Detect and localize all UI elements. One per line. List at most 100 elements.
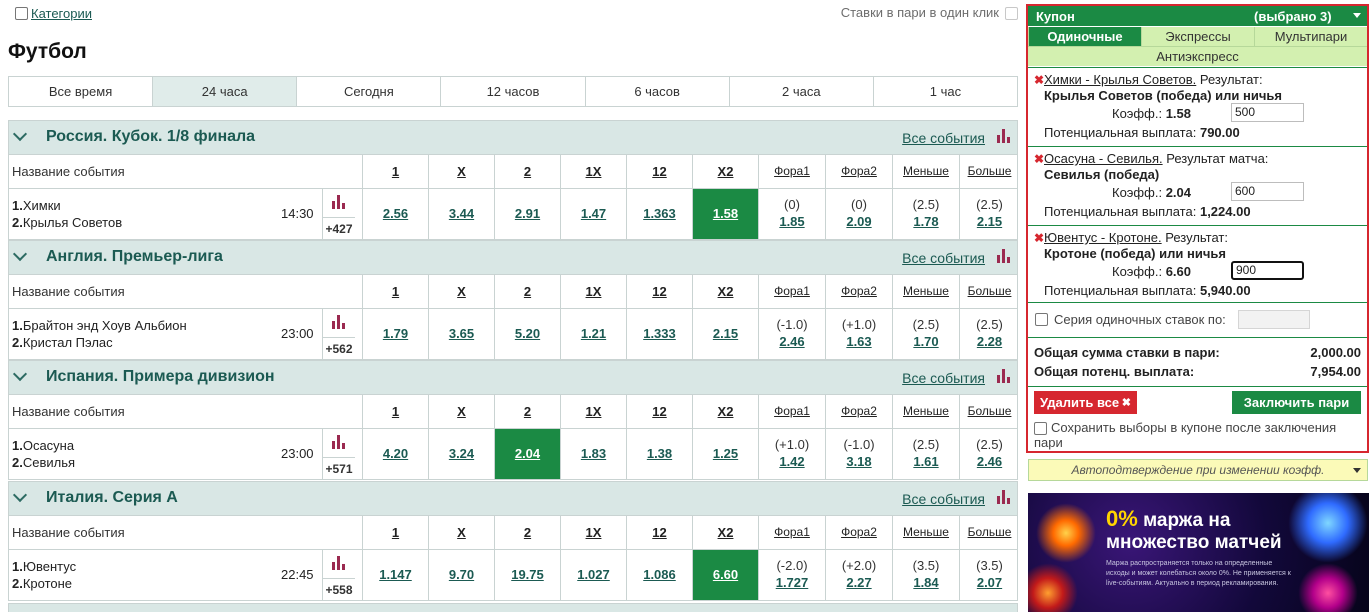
all-events-link[interactable]: Все события [902, 491, 985, 507]
col-header-handicap2[interactable]: Фора2 [825, 155, 892, 188]
odd-12-cell[interactable]: 1.333 [626, 309, 692, 359]
odd-12-cell[interactable]: 1.38 [626, 429, 692, 479]
caret-down-icon[interactable] [1353, 468, 1361, 473]
col-header-odd-x[interactable]: X [428, 516, 494, 549]
odd-12-cell[interactable]: 1.086 [626, 550, 692, 600]
save-selections[interactable]: Сохранить выборы в купоне после заключен… [1034, 420, 1364, 450]
period-24h[interactable]: 24 часа [152, 77, 297, 106]
handicap1-cell[interactable]: (0) 1.85 [758, 189, 825, 239]
odd-x2-cell[interactable]: 1.25 [692, 429, 758, 479]
odds-value[interactable]: 2.15 [960, 214, 1018, 229]
stats-icon[interactable] [997, 490, 1011, 507]
all-events-link[interactable]: Все события [902, 130, 985, 146]
odds-value[interactable]: 1.78 [893, 214, 959, 229]
col-header-odd-2[interactable]: 2 [494, 516, 560, 549]
col-header-odd-2[interactable]: 2 [494, 275, 560, 308]
tab-multi[interactable]: Мультипари [1254, 27, 1367, 46]
event-teams[interactable]: 1.Осасуна 2.Севилья [12, 437, 75, 471]
more-markets-count[interactable]: +571 [323, 457, 355, 476]
odd-1x-cell[interactable]: 1.83 [560, 429, 626, 479]
col-header-handicap1[interactable]: Фора1 [758, 395, 825, 428]
odds-value[interactable]: 2.15 [693, 326, 758, 341]
col-header-odd-1x[interactable]: 1X [560, 395, 626, 428]
odd-x-cell[interactable]: 9.70 [428, 550, 494, 600]
stats-icon[interactable] [332, 315, 346, 332]
event-teams[interactable]: 1.Ювентус 2.Кротоне [12, 558, 76, 592]
handicap1-cell[interactable]: (-2.0) 1.727 [758, 550, 825, 600]
all-events-link[interactable]: Все события [902, 250, 985, 266]
odds-value[interactable]: 1.727 [759, 575, 825, 590]
chevron-down-icon[interactable] [12, 487, 28, 503]
col-header-odd-1[interactable]: 1 [362, 516, 428, 549]
odds-value[interactable]: 6.60 [693, 567, 758, 582]
handicap2-cell[interactable]: (0) 2.09 [825, 189, 892, 239]
period-all-time[interactable]: Все время [9, 77, 153, 106]
odds-value[interactable]: 1.147 [363, 567, 428, 582]
remove-bet-icon[interactable]: ✖ [1034, 152, 1044, 166]
odd-1-cell[interactable]: 2.56 [362, 189, 428, 239]
over-cell[interactable]: (2.5) 2.28 [959, 309, 1018, 359]
odd-1x-cell[interactable]: 1.027 [560, 550, 626, 600]
odds-value[interactable]: 19.75 [495, 567, 560, 582]
col-header-odd-2[interactable]: 2 [494, 395, 560, 428]
delete-all-button[interactable]: Удалить все ✖ [1034, 391, 1137, 414]
odds-value[interactable]: 1.333 [627, 326, 692, 341]
odds-value[interactable]: 1.25 [693, 446, 758, 461]
col-header-odd-12[interactable]: 12 [626, 395, 692, 428]
coupon-header[interactable]: Купон (выбрано 3) [1028, 6, 1367, 26]
under-cell[interactable]: (2.5) 1.70 [892, 309, 959, 359]
one-click-toggle[interactable]: Ставки в пари в один клик [841, 5, 1018, 21]
chevron-down-icon[interactable] [12, 366, 28, 382]
categories-toggle[interactable]: Категории [15, 5, 92, 21]
odd-1-cell[interactable]: 1.147 [362, 550, 428, 600]
handicap1-cell[interactable]: (-1.0) 2.46 [758, 309, 825, 359]
col-header-odd-12[interactable]: 12 [626, 155, 692, 188]
odd-2-cell[interactable]: 19.75 [494, 550, 560, 600]
odds-value[interactable]: 1.63 [826, 334, 892, 349]
odd-1x-cell[interactable]: 1.21 [560, 309, 626, 359]
col-header-under[interactable]: Меньше [892, 275, 959, 308]
odd-x2-cell[interactable]: 1.58 [692, 189, 758, 239]
tab-singles[interactable]: Одиночные [1028, 27, 1141, 46]
col-header-odd-x[interactable]: X [428, 275, 494, 308]
odds-value[interactable]: 1.79 [363, 326, 428, 341]
event-teams[interactable]: 1.Брайтон энд Хоув Альбион 2.Кристал Пэл… [12, 317, 187, 351]
odds-value[interactable]: 2.56 [363, 206, 428, 221]
odds-value[interactable]: 9.70 [429, 567, 494, 582]
remove-bet-icon[interactable]: ✖ [1034, 73, 1044, 87]
col-header-under[interactable]: Меньше [892, 395, 959, 428]
stats-icon[interactable] [332, 195, 346, 212]
period-2h[interactable]: 2 часа [728, 77, 873, 106]
odds-value[interactable]: 3.24 [429, 446, 494, 461]
col-header-odd-1[interactable]: 1 [362, 395, 428, 428]
tab-express[interactable]: Экспрессы [1141, 27, 1254, 46]
odds-value[interactable]: 1.61 [893, 454, 959, 469]
auto-confirm-dropdown[interactable]: Автоподтверждение при изменении коэфф. [1028, 459, 1368, 481]
event-teams[interactable]: 1.Химки 2.Крылья Советов [12, 197, 122, 231]
league-header[interactable]: Англия. Премьер-лига Все события [8, 240, 1018, 275]
under-cell[interactable]: (2.5) 1.61 [892, 429, 959, 479]
odd-1x-cell[interactable]: 1.47 [560, 189, 626, 239]
col-header-odd-1[interactable]: 1 [362, 155, 428, 188]
col-header-odd-1[interactable]: 1 [362, 275, 428, 308]
col-header-handicap2[interactable]: Фора2 [825, 395, 892, 428]
league-header[interactable]: Испания. Примера дивизион Все события [8, 360, 1018, 395]
bet-match-link[interactable]: Осасуна - Севилья. [1044, 151, 1163, 166]
odds-value[interactable]: 1.58 [693, 206, 758, 221]
odds-value[interactable]: 1.85 [759, 214, 825, 229]
odds-value[interactable]: 2.91 [495, 206, 560, 221]
odds-value[interactable]: 2.07 [960, 575, 1018, 590]
odds-value[interactable]: 2.28 [960, 334, 1018, 349]
odd-12-cell[interactable]: 1.363 [626, 189, 692, 239]
odd-x-cell[interactable]: 3.44 [428, 189, 494, 239]
series-checkbox[interactable] [1035, 313, 1048, 326]
stats-icon[interactable] [997, 249, 1011, 266]
odds-value[interactable]: 1.363 [627, 206, 692, 221]
period-6h[interactable]: 6 часов [584, 77, 729, 106]
league-header[interactable]: Италия. Серия А Все события [8, 481, 1018, 516]
col-header-odd-x2[interactable]: X2 [692, 275, 758, 308]
period-today[interactable]: Сегодня [296, 77, 441, 106]
odd-2-cell[interactable]: 2.04 [494, 429, 560, 479]
remove-bet-icon[interactable]: ✖ [1034, 231, 1044, 245]
handicap2-cell[interactable]: (+1.0) 1.63 [825, 309, 892, 359]
